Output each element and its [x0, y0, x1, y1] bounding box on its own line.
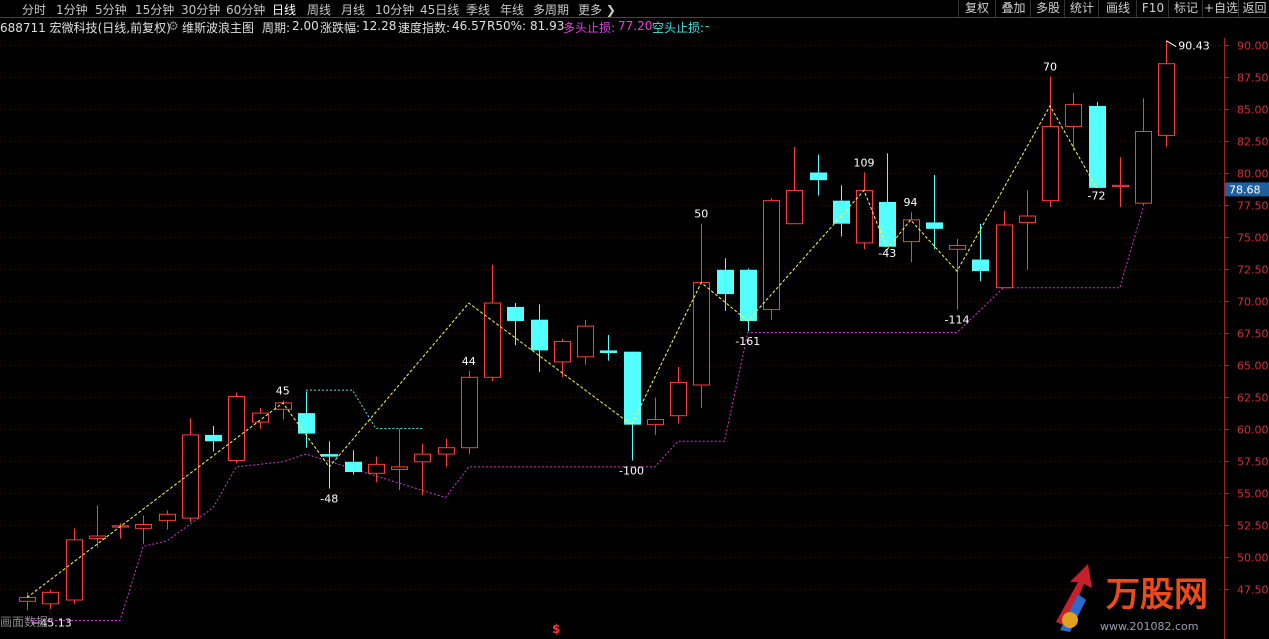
candle-body-25[interactable] — [600, 350, 617, 353]
price-tick-label: 70.00 — [1237, 296, 1269, 309]
candle-body-34[interactable] — [810, 172, 827, 181]
wave-label-8: 94 — [904, 196, 918, 209]
price-tick-label: 60.00 — [1237, 424, 1269, 437]
candlestick-chart[interactable]: 90.00 87.50 85.00 82.50 80.00 77.50 75.00 72.50… — [0, 0, 1269, 639]
candle-body-43[interactable] — [1019, 215, 1036, 223]
wave-label-1: -48 — [320, 493, 338, 506]
candle-body-13[interactable] — [321, 454, 338, 457]
logo-brand-text: 万股网 — [1106, 575, 1208, 615]
candle-body-9[interactable] — [228, 396, 245, 461]
candle-body-0[interactable] — [19, 596, 36, 602]
high-price-label: 90.43 — [1178, 40, 1210, 53]
candle-body-23[interactable] — [554, 340, 571, 363]
current-price-tag: 78.68 — [1229, 183, 1261, 196]
candle-body-1[interactable] — [42, 591, 59, 605]
footer-data-label: 画面数据 — [0, 615, 49, 629]
candle-body-40[interactable] — [949, 244, 966, 250]
candle-body-2[interactable] — [66, 539, 83, 601]
wave-label-3: -100 — [619, 465, 644, 478]
price-tick-label: 62.50 — [1237, 392, 1269, 405]
price-tick-label: 65.00 — [1237, 360, 1269, 373]
candle-body-32[interactable] — [763, 200, 780, 310]
candle-body-5[interactable] — [135, 524, 152, 529]
price-tick-label: 67.50 — [1237, 328, 1269, 341]
candle-body-46[interactable] — [1089, 105, 1106, 188]
price-tick-label: 55.00 — [1237, 488, 1269, 501]
candle-body-6[interactable] — [159, 513, 176, 522]
wave-label-9: -114 — [945, 313, 970, 326]
candle-body-12[interactable] — [298, 413, 315, 434]
wave-label-5: -161 — [735, 335, 760, 348]
candle-body-16[interactable] — [391, 466, 408, 470]
candle-body-20[interactable] — [484, 302, 501, 378]
wave-label-6: 109 — [854, 157, 875, 170]
price-tick-label: 87.50 — [1237, 72, 1269, 85]
candle-body-10[interactable] — [252, 412, 269, 423]
candle-body-41[interactable] — [972, 259, 989, 272]
candle-body-42[interactable] — [996, 224, 1013, 289]
wave-label-4: 50 — [694, 208, 708, 221]
price-tick-label: 57.50 — [1237, 456, 1269, 469]
candle-body-36[interactable] — [856, 189, 873, 244]
price-tick-label: 52.50 — [1237, 520, 1269, 533]
price-tick-label: 90.00 — [1237, 40, 1269, 53]
candle-body-49[interactable] — [1158, 63, 1175, 136]
candle-body-21[interactable] — [507, 306, 524, 321]
price-tick-label: 72.50 — [1237, 264, 1269, 277]
candle-body-39[interactable] — [926, 222, 943, 229]
footer-dollar-marker[interactable]: $ — [552, 622, 560, 636]
wave-label-2: 44 — [462, 355, 476, 368]
candle-body-7[interactable] — [182, 434, 199, 519]
wave-label-11: -72 — [1088, 189, 1106, 202]
price-tick-label: 85.00 — [1237, 104, 1269, 117]
candle-body-30[interactable] — [717, 269, 734, 295]
candle-body-48[interactable] — [1135, 131, 1152, 204]
logo-arrow-icon — [1056, 564, 1092, 632]
price-tick-label: 80.00 — [1237, 168, 1269, 181]
candle-body-28[interactable] — [670, 381, 687, 417]
candle-body-44[interactable] — [1042, 125, 1059, 202]
candle-body-3[interactable] — [89, 535, 106, 540]
candle-body-22[interactable] — [531, 319, 548, 351]
logo-url-text: www.201082.com — [1100, 620, 1198, 633]
candle-body-38[interactable] — [903, 219, 920, 243]
candle-body-37[interactable] — [879, 201, 896, 247]
wave-label-10: 70 — [1043, 61, 1057, 74]
candle-body-15[interactable] — [368, 463, 385, 474]
candle-body-45[interactable] — [1065, 104, 1082, 127]
price-tick-label: 77.50 — [1237, 200, 1269, 213]
wangu-logo: 万股网 www.201082.com — [1056, 564, 1208, 633]
candle-body-14[interactable] — [345, 461, 362, 473]
high-pointer — [1165, 40, 1177, 48]
candle-body-35[interactable] — [833, 200, 850, 224]
candle-body-8[interactable] — [205, 434, 222, 442]
candle-body-17[interactable] — [414, 453, 431, 463]
candle-body-26[interactable] — [624, 351, 641, 425]
candle-body-33[interactable] — [786, 189, 803, 225]
candle-body-18[interactable] — [438, 447, 455, 455]
candle-body-24[interactable] — [577, 325, 594, 358]
price-tick-label: 82.50 — [1237, 136, 1269, 149]
wave-label-7: -43 — [878, 247, 896, 260]
candle-body-19[interactable] — [461, 376, 478, 449]
short-stop-line — [306, 389, 423, 429]
candle-body-47[interactable] — [1112, 184, 1129, 188]
candle-body-29[interactable] — [693, 282, 710, 386]
price-tick-label: 75.00 — [1237, 232, 1269, 245]
candle-body-27[interactable] — [647, 419, 664, 426]
wave-label-0: 45 — [276, 384, 290, 397]
